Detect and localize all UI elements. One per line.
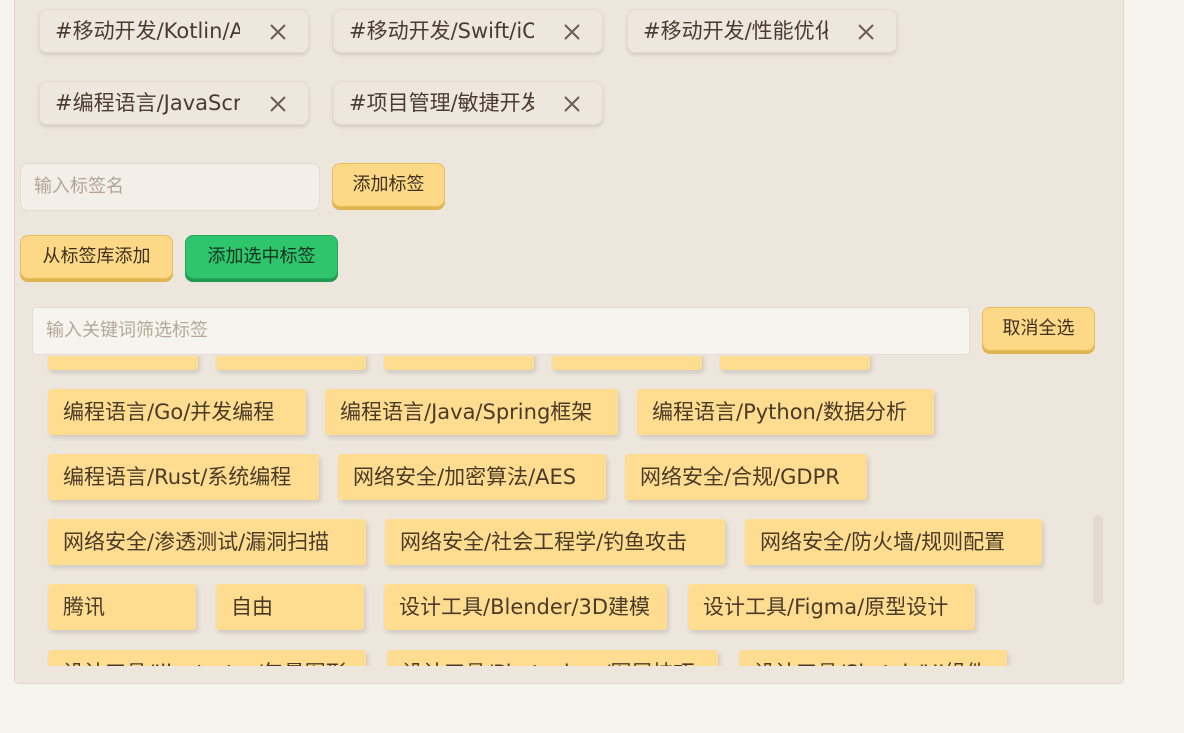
library-tag[interactable]: 设计工具/Illustrator/矢量图形 — [48, 650, 366, 666]
close-icon[interactable] — [268, 94, 288, 114]
library-tag[interactable] — [720, 356, 870, 370]
selected-tag-chip: #移动开发/Kotlin/Android — [39, 9, 309, 53]
close-icon[interactable] — [268, 22, 288, 42]
selected-tag-chip: #移动开发/Swift/iOS — [333, 9, 603, 53]
library-tag[interactable]: 网络安全/合规/GDPR — [625, 454, 867, 500]
selected-tag-chip: #移动开发/性能优化 — [627, 9, 897, 53]
library-tag[interactable]: 设计工具/Sketch/UI组件 — [739, 650, 1007, 666]
add-selected-tags-button[interactable]: 添加选中标签 — [185, 235, 338, 279]
selected-tag-label: #移动开发/Swift/iOS — [349, 19, 534, 43]
library-tag[interactable]: 编程语言/Rust/系统编程 — [48, 454, 319, 500]
library-tag[interactable]: 设计工具/Blender/3D建模 — [384, 584, 667, 630]
selected-tag-chip: #项目管理/敏捷开发 — [333, 81, 603, 125]
close-icon[interactable] — [562, 22, 582, 42]
library-tag[interactable]: 网络安全/防火墙/规则配置 — [745, 519, 1042, 565]
library-tag[interactable]: 网络安全/社会工程学/钓鱼攻击 — [385, 519, 725, 565]
library-tag[interactable]: 编程语言/Python/数据分析 — [637, 389, 934, 435]
library-tag[interactable]: 自由 — [216, 584, 364, 630]
tag-library-list: 编程语言/Go/并发编程 编程语言/Java/Spring框架 编程语言/Pyt… — [32, 356, 1088, 666]
close-icon[interactable] — [856, 22, 876, 42]
library-tag[interactable] — [552, 356, 702, 370]
library-tag[interactable]: 设计工具/Photoshop/图层技巧 — [387, 650, 718, 666]
selected-tag-label: #编程语言/JavaScript — [55, 91, 240, 115]
add-tag-button[interactable]: 添加标签 — [332, 163, 445, 207]
library-tag[interactable]: 腾讯 — [48, 584, 196, 630]
selected-tag-chip: #编程语言/JavaScript — [39, 81, 309, 125]
deselect-all-button[interactable]: 取消全选 — [982, 307, 1095, 351]
selected-tag-label: #项目管理/敏捷开发 — [349, 91, 534, 115]
library-tag[interactable]: 编程语言/Go/并发编程 — [48, 389, 306, 435]
tag-name-input[interactable]: 输入标签名 — [20, 163, 320, 211]
library-tag[interactable] — [384, 356, 534, 370]
library-tag[interactable]: 设计工具/Figma/原型设计 — [688, 584, 975, 630]
selected-tag-label: #移动开发/性能优化 — [643, 19, 828, 43]
add-from-library-button[interactable]: 从标签库添加 — [20, 235, 173, 279]
tag-filter-input[interactable]: 输入关键词筛选标签 — [32, 307, 970, 355]
library-tag[interactable]: 网络安全/加密算法/AES — [338, 454, 606, 500]
selected-tag-label: #移动开发/Kotlin/Android — [55, 19, 240, 43]
close-icon[interactable] — [562, 94, 582, 114]
library-tag[interactable]: 网络安全/渗透测试/漏洞扫描 — [48, 519, 366, 565]
library-tag[interactable] — [48, 356, 198, 370]
library-tag[interactable]: 编程语言/Java/Spring框架 — [325, 389, 618, 435]
library-tag[interactable] — [216, 356, 366, 370]
scrollbar-thumb[interactable] — [1093, 515, 1103, 605]
